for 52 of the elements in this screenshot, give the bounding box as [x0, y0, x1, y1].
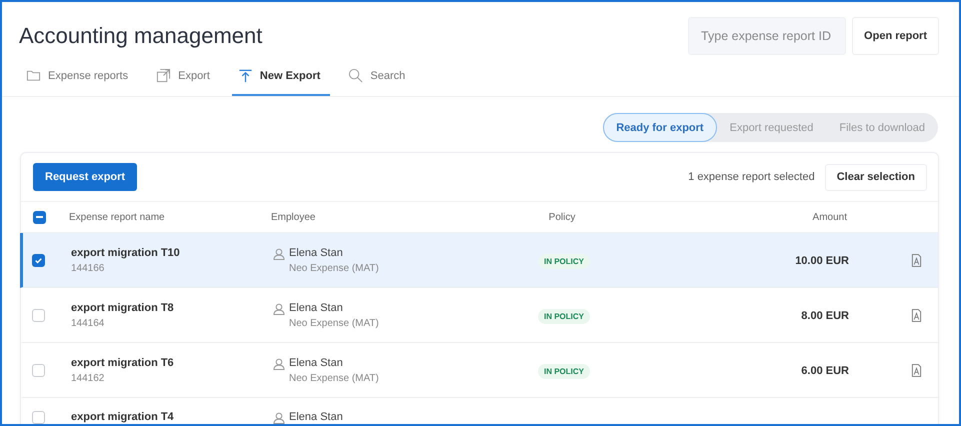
search-icon: [348, 68, 364, 83]
report-name: export migration T6: [71, 356, 175, 368]
employee-name: Elena Stan: [289, 411, 343, 423]
column-header: Expense report name: [69, 212, 166, 222]
folder-icon: [26, 68, 41, 83]
row-checkbox[interactable]: [32, 254, 45, 266]
employee-name: Elena Stan: [289, 302, 344, 314]
pdf-icon[interactable]: [911, 308, 922, 322]
request-export-button[interactable]: Request export: [33, 163, 138, 191]
upload-icon: [238, 68, 253, 83]
table-row[interactable]: export migration T4 Elena Stan: [20, 398, 938, 424]
selection-count: 1 expense report selected: [688, 171, 815, 183]
report-id: 144162: [71, 372, 106, 384]
person-icon: [273, 248, 285, 260]
tab[interactable]: New Export: [232, 68, 330, 96]
employee-name: Elena Stan: [289, 246, 344, 258]
open-report-button[interactable]: Open report: [852, 17, 939, 55]
column-header: Policy: [548, 212, 576, 222]
report-id-field[interactable]: Type expense report ID: [688, 17, 846, 55]
table-row[interactable]: export migration T8 144164 Elena Stan Neo Expense (MAT) IN POLICY 8.00 EUR: [20, 288, 938, 343]
status-segment[interactable]: Ready for export: [603, 113, 717, 142]
report-name: export migration T8: [71, 302, 175, 314]
person-icon: [273, 358, 285, 370]
table-row[interactable]: export migration T10 144166 Elena Stan Neo Expense (MAT) IN POLICY 10.00 EUR: [20, 233, 938, 288]
select-all-checkbox[interactable]: [33, 210, 46, 224]
person-icon: [273, 412, 285, 424]
tab[interactable]: Expense reports: [26, 68, 138, 96]
column-header: Employee: [271, 212, 316, 222]
clear-selection-button[interactable]: Clear selection: [824, 164, 927, 190]
amount: 6.00 EUR: [801, 365, 849, 377]
table-row[interactable]: export migration T6 144162 Elena Stan Neo Expense (MAT) IN POLICY 6.00 EUR: [20, 343, 938, 398]
tab[interactable]: Search: [348, 68, 416, 96]
policy-badge: IN POLICY: [538, 254, 590, 269]
pdf-icon[interactable]: [911, 254, 922, 266]
policy-badge: IN POLICY: [538, 309, 590, 324]
report-name: export migration T4: [71, 411, 175, 423]
tab[interactable]: Export: [156, 68, 220, 96]
amount: 10.00 EUR: [795, 255, 849, 267]
company-name: Neo Expense (MAT): [289, 318, 379, 328]
report-id: 144164: [71, 318, 106, 328]
company-name: Neo Expense (MAT): [289, 262, 379, 274]
amount: 8.00 EUR: [801, 310, 849, 322]
export-icon: [156, 68, 172, 83]
column-header: Amount: [812, 212, 847, 222]
pdf-icon[interactable]: [911, 364, 922, 376]
employee-name: Elena Stan: [289, 356, 344, 368]
report-name: export migration T10: [71, 246, 181, 258]
company-name: Neo Expense (MAT): [289, 372, 379, 384]
report-id: 144166: [71, 262, 106, 274]
policy-badge: IN POLICY: [538, 364, 590, 379]
person-icon: [273, 302, 285, 314]
page-title: Accounting management: [19, 23, 262, 49]
